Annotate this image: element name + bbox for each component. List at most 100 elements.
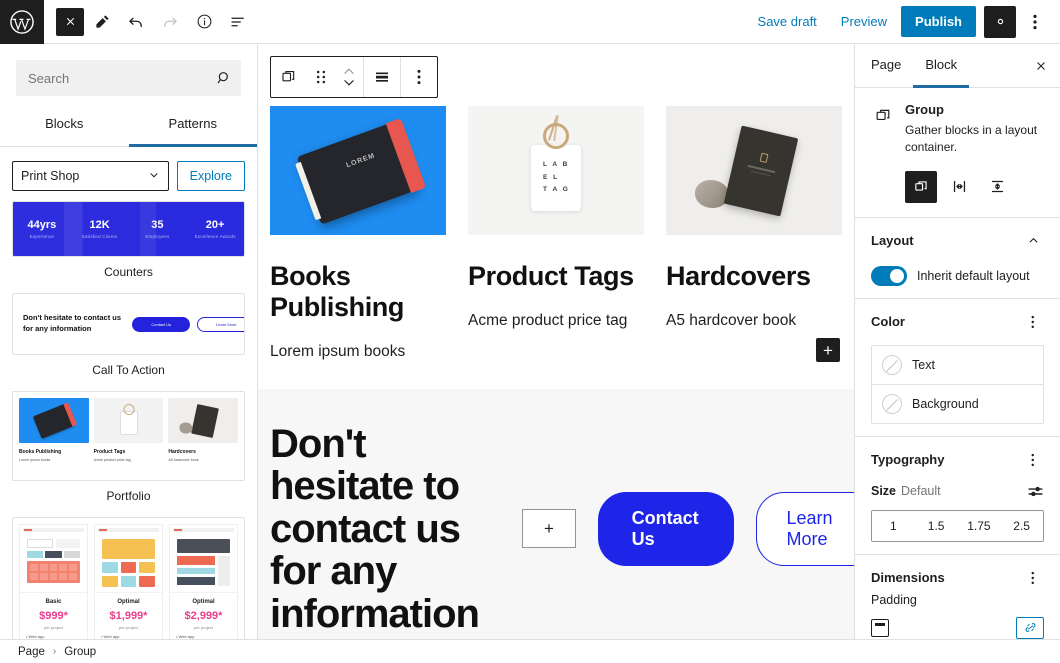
align-icon[interactable] [364,57,400,97]
portfolio-preview-title: Hardcovers [168,449,196,455]
list-view-icon[interactable] [222,6,254,38]
card-description[interactable]: Acme product price tag [468,312,644,330]
label-tag-icon: L A B E L T A G [531,115,581,212]
pricing-plan: Optimal $1,999* per project • Web app [94,524,163,639]
variation-row-icon[interactable] [943,171,975,203]
portfolio-card[interactable]: L A B E L T A G Product Tags Acme produc… [468,106,644,361]
add-block-button[interactable]: + [816,338,840,362]
color-options-kebab-icon[interactable] [1022,311,1044,333]
font-size-step[interactable]: 2.5 [1000,510,1043,541]
card-title[interactable]: Books Publishing [270,261,446,323]
link-sides-icon[interactable] [1016,616,1044,639]
breadcrumb-item-page[interactable]: Page [18,646,45,658]
portfolio-preview-item: Books Publishing Lorem ipsum books [19,398,89,474]
explore-button[interactable]: Explore [176,161,245,191]
hardcovers-image[interactable] [666,106,842,235]
pattern-item-pricing[interactable]: Basic $999* per project • Web app Optima… [12,517,245,639]
publish-button[interactable]: Publish [901,6,976,37]
block-name: Group [905,102,944,117]
padding-box-icon[interactable] [871,618,889,637]
sliders-icon[interactable] [1027,483,1044,500]
card-description[interactable]: A5 hardcover book [666,312,842,330]
close-sidebar-icon[interactable] [1026,51,1056,81]
portfolio-preview-desc: Acme product price tag [93,458,131,462]
pricing-plan-name: Optimal [117,599,140,605]
save-draft-button[interactable]: Save draft [748,8,827,35]
font-size-row: Size Default [871,483,1044,500]
search-box[interactable] [16,60,241,96]
color-item-text[interactable]: Text [872,346,1043,384]
search-input[interactable] [16,70,216,86]
inherit-default-layout-toggle[interactable] [871,265,907,286]
pattern-item-call-to-action[interactable]: Don't hesitate to contact us for any inf… [12,293,245,377]
pattern-item-portfolio[interactable]: Books Publishing Lorem ipsum books Produ… [12,391,245,503]
tab-page[interactable]: Page [859,44,913,88]
dimensions-title: Dimensions [871,570,945,586]
product-tags-image[interactable]: L A B E L T A G [468,106,644,235]
move-up-down-icon[interactable] [335,57,363,97]
block-toolbar-group-options [401,57,437,97]
learn-more-button[interactable]: Learn More [755,491,854,566]
block-options-kebab-icon[interactable] [401,57,437,97]
portfolio-preview-item: Product Tags Acme product price tag [93,398,164,474]
cta-add-button-placeholder[interactable]: + [522,509,576,549]
variation-group-icon[interactable] [905,170,937,203]
font-size-step[interactable]: 1.5 [914,510,958,541]
stone-icon [694,179,729,208]
editor-header: Save draft Preview Publish [0,0,1060,44]
preview-button[interactable]: Preview [831,8,897,35]
tab-block[interactable]: Block [913,44,970,88]
tab-blocks[interactable]: Blocks [0,104,129,147]
block-toolbar-group-left [271,57,364,97]
books-publishing-image[interactable]: LOREM [270,106,446,235]
group-icon[interactable] [271,57,307,97]
pattern-category-select[interactable]: Print Shop [12,161,169,191]
card-title[interactable]: Product Tags [468,261,644,292]
portfolio-card[interactable]: LOREM Books Publishing Lorem ipsum books [270,106,446,361]
contact-us-button[interactable]: Contact Us [597,491,734,566]
drag-dots-icon[interactable] [307,57,335,97]
more-options-kebab-icon[interactable] [1020,6,1050,38]
breadcrumb-item-group[interactable]: Group [64,646,96,658]
cta-heading[interactable]: Don't hesitate to contact us for any inf… [270,423,510,635]
pricing-plan-feature: • Web app [26,634,45,639]
pattern-category-value: Print Shop [21,169,80,183]
color-item-background[interactable]: Background [872,383,1043,423]
block-card-head: Group Gather blocks in a layout containe… [871,102,1044,157]
layout-header[interactable]: Layout [871,230,1044,252]
pricing-plan-name: Optimal [192,599,215,605]
block-variations [905,170,1044,203]
pattern-item-counters[interactable]: 44yrs Experience 12K Satisfied Clients 3… [12,201,245,279]
font-size-steps: 1 1.5 1.75 2.5 [871,509,1044,542]
tab-patterns[interactable]: Patterns [128,104,257,147]
dimensions-section: Dimensions Padding 30 [855,555,1060,639]
edit-tool-button[interactable] [86,6,118,38]
typography-options-kebab-icon[interactable] [1022,449,1044,471]
chevron-up-icon[interactable] [1022,230,1044,252]
padding-label: Padding [871,592,917,607]
portfolio-card[interactable]: Hardcovers A5 hardcover book [666,106,842,361]
editor-app: Save draft Preview Publish Search Blocks… [0,0,1060,663]
dimensions-header: Dimensions [871,567,1044,589]
wordpress-logo-icon[interactable] [0,0,44,44]
breadcrumb: Page › Group [0,639,1060,663]
variation-stack-icon[interactable] [981,171,1013,203]
search-icon [216,70,244,86]
group-icon [871,103,895,127]
details-info-icon[interactable] [188,6,220,38]
gear-icon[interactable] [984,5,1016,38]
pattern-list[interactable]: 44yrs Experience 12K Satisfied Clients 3… [0,201,257,639]
call-to-action-block[interactable]: Don't hesitate to contact us for any inf… [258,389,854,639]
card-description[interactable]: Lorem ipsum books [270,343,446,361]
font-size-step[interactable]: 1.75 [957,510,1001,541]
counters-preview: 44yrs Experience 12K Satisfied Clients 3… [13,202,244,256]
text-color-swatch-icon [882,354,902,375]
redo-button[interactable] [154,6,186,38]
card-title[interactable]: Hardcovers [666,261,842,292]
dimensions-options-kebab-icon[interactable] [1022,567,1044,589]
pricing-preview: Basic $999* per project • Web app Optima… [13,518,244,639]
settings-tabs: Page Block [855,44,1060,88]
font-size-step[interactable]: 1 [872,510,915,541]
close-inserter-button[interactable] [56,7,84,36]
undo-button[interactable] [120,6,152,38]
